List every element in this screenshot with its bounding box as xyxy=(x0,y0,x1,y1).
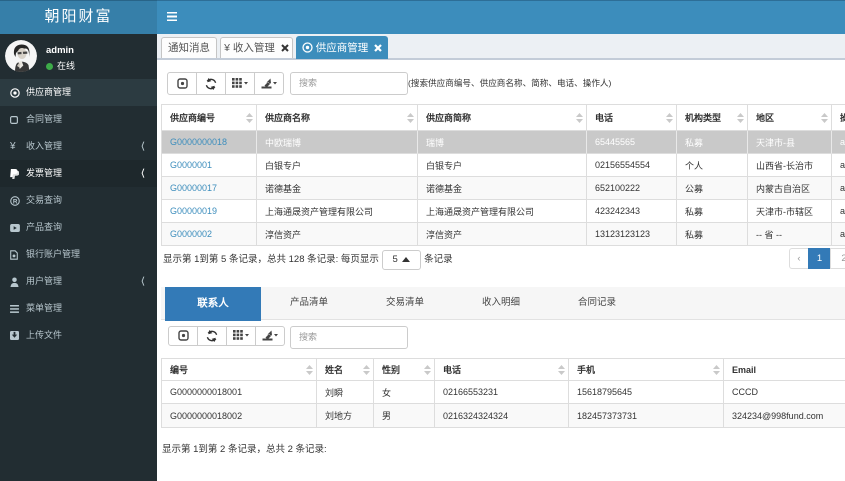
svg-text:R: R xyxy=(13,198,18,205)
